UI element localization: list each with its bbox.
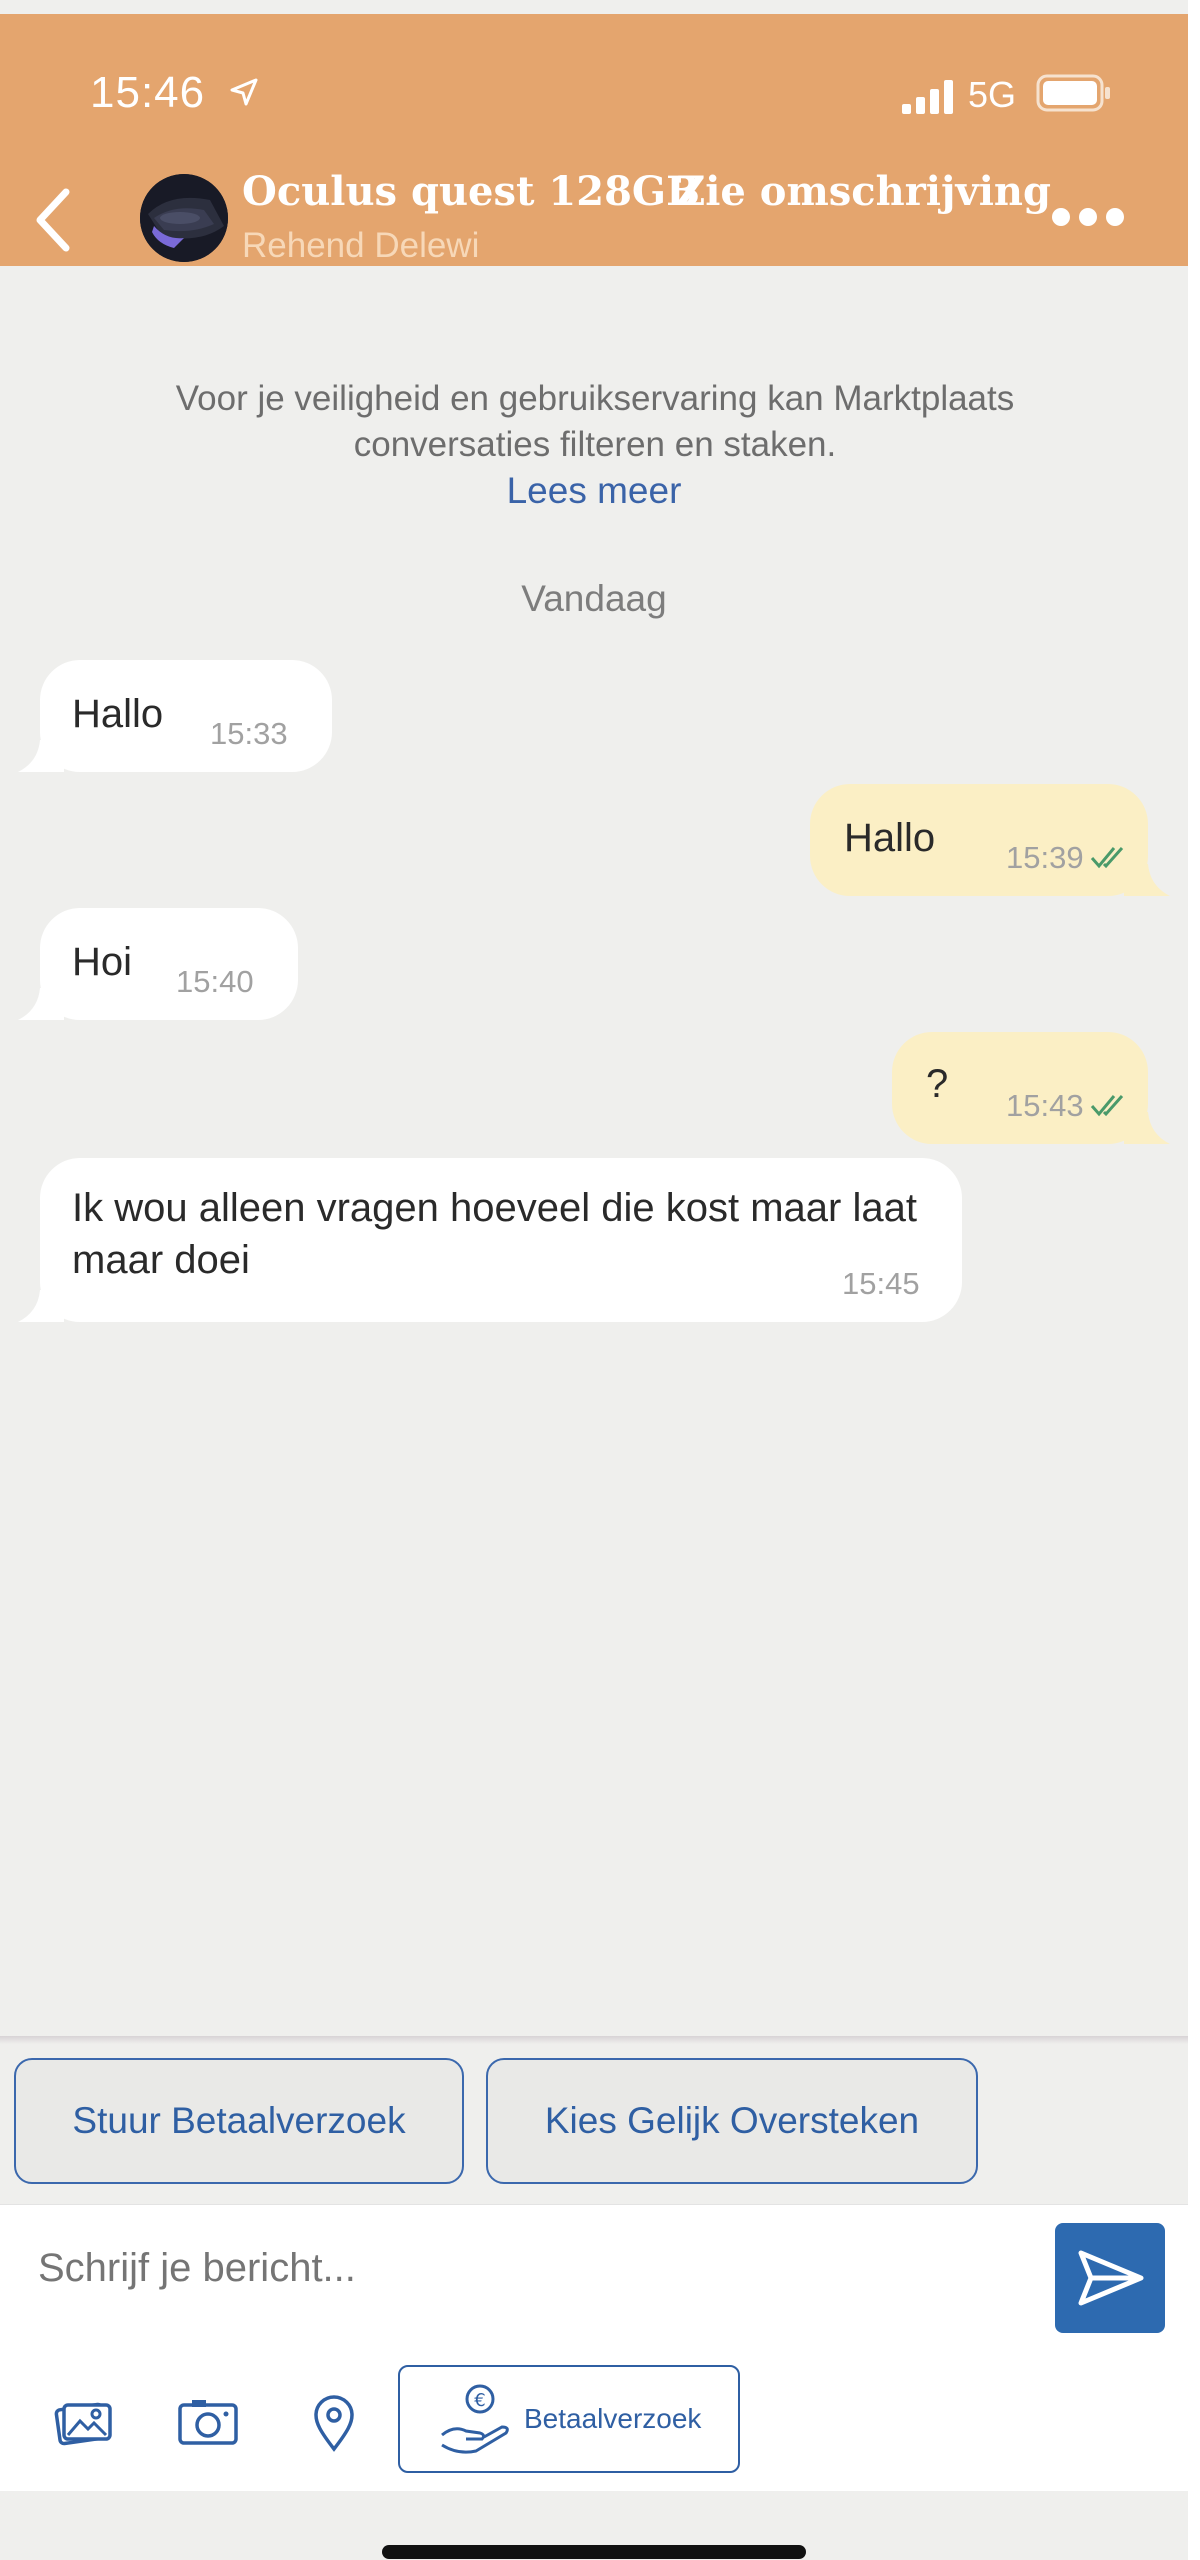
bubble-tail xyxy=(18,1290,64,1322)
attachment-toolbar: € Betaalverzoek xyxy=(0,2351,1188,2491)
payment-hand-icon: € xyxy=(441,2384,509,2454)
message-bubble-incoming[interactable]: Hoi 15:40 xyxy=(18,908,298,1020)
payment-request-label: Betaalverzoek xyxy=(524,2403,702,2434)
message-text: ? xyxy=(926,1062,949,1106)
edge xyxy=(1188,0,1200,2560)
listing-avatar[interactable] xyxy=(140,174,228,262)
camera-icon[interactable] xyxy=(176,2393,240,2453)
message-bubble-incoming[interactable]: Ik wou alleen vragen hoeveel die kost ma… xyxy=(18,1158,962,1322)
message-bubble-incoming[interactable]: Hallo 15:33 xyxy=(18,660,332,772)
read-more-link: Lees meer xyxy=(0,470,1188,512)
send-button[interactable] xyxy=(1055,2223,1165,2333)
home-area xyxy=(0,2491,1188,2560)
message-text: Hallo xyxy=(844,816,936,860)
bubble-tail xyxy=(1124,1112,1170,1144)
composer xyxy=(0,2204,1188,2352)
safety-notice: Voor je veiligheid en gebruikservaring k… xyxy=(175,379,1015,464)
message-text: Hallo xyxy=(72,692,164,736)
chat-screen: 15:46 5G Oculus quest 128GB Rehend Delew… xyxy=(0,0,1188,2560)
vr-headset-image xyxy=(140,174,228,262)
home-indicator[interactable] xyxy=(382,2545,806,2559)
divider xyxy=(0,2036,1188,2044)
location-arrow-icon xyxy=(230,78,258,106)
battery-icon xyxy=(1036,74,1110,112)
location-icon[interactable] xyxy=(302,2393,366,2453)
message-time: 15:39 xyxy=(1006,840,1084,875)
send-icon xyxy=(1078,2250,1144,2306)
read-receipt-icon xyxy=(1090,847,1124,869)
message-input[interactable] xyxy=(36,2245,1000,2292)
send-payment-request-button[interactable]: Stuur Betaalverzoek xyxy=(14,2058,464,2184)
date-separator: Vandaag xyxy=(521,578,667,619)
listing-title[interactable]: Oculus quest 128GB xyxy=(242,168,700,215)
gallery-icon[interactable] xyxy=(52,2393,116,2453)
message-time: 15:45 xyxy=(842,1266,920,1301)
status-time: 15:46 xyxy=(90,68,206,117)
message-time: 15:40 xyxy=(176,964,254,999)
message-text: Hoi xyxy=(72,940,133,984)
seller-name[interactable]: Rehend Delewi xyxy=(242,226,479,266)
fair-exchange-button[interactable]: Kies Gelijk Oversteken xyxy=(486,2058,978,2184)
svg-text:€: € xyxy=(474,2390,485,2411)
message-time: 15:43 xyxy=(1006,1088,1084,1123)
payment-request-button[interactable]: € Betaalverzoek xyxy=(398,2365,740,2473)
bubble-tail xyxy=(1124,864,1170,896)
back-arrow-icon[interactable] xyxy=(28,182,80,258)
signal-icon xyxy=(902,80,953,114)
network-type: 5G xyxy=(968,74,1017,115)
read-more-label[interactable]: Lees meer xyxy=(507,470,682,511)
chat-header: 15:46 5G Oculus quest 128GB Rehend Delew… xyxy=(0,14,1188,266)
more-options-icon[interactable] xyxy=(1052,206,1124,230)
message-time: 15:33 xyxy=(210,716,288,751)
message-text: Ik wou alleen vragen hoeveel die kost ma… xyxy=(72,1186,917,1282)
message-bubble-outgoing[interactable]: Hallo 15:39 xyxy=(810,784,1170,896)
bubble-tail xyxy=(18,740,64,772)
read-receipt-icon xyxy=(1090,1095,1124,1117)
bubble-tail xyxy=(18,988,64,1020)
see-description-link[interactable]: Zie omschrijving xyxy=(676,168,1051,215)
message-bubble-outgoing[interactable]: ? 15:43 xyxy=(892,1032,1170,1144)
